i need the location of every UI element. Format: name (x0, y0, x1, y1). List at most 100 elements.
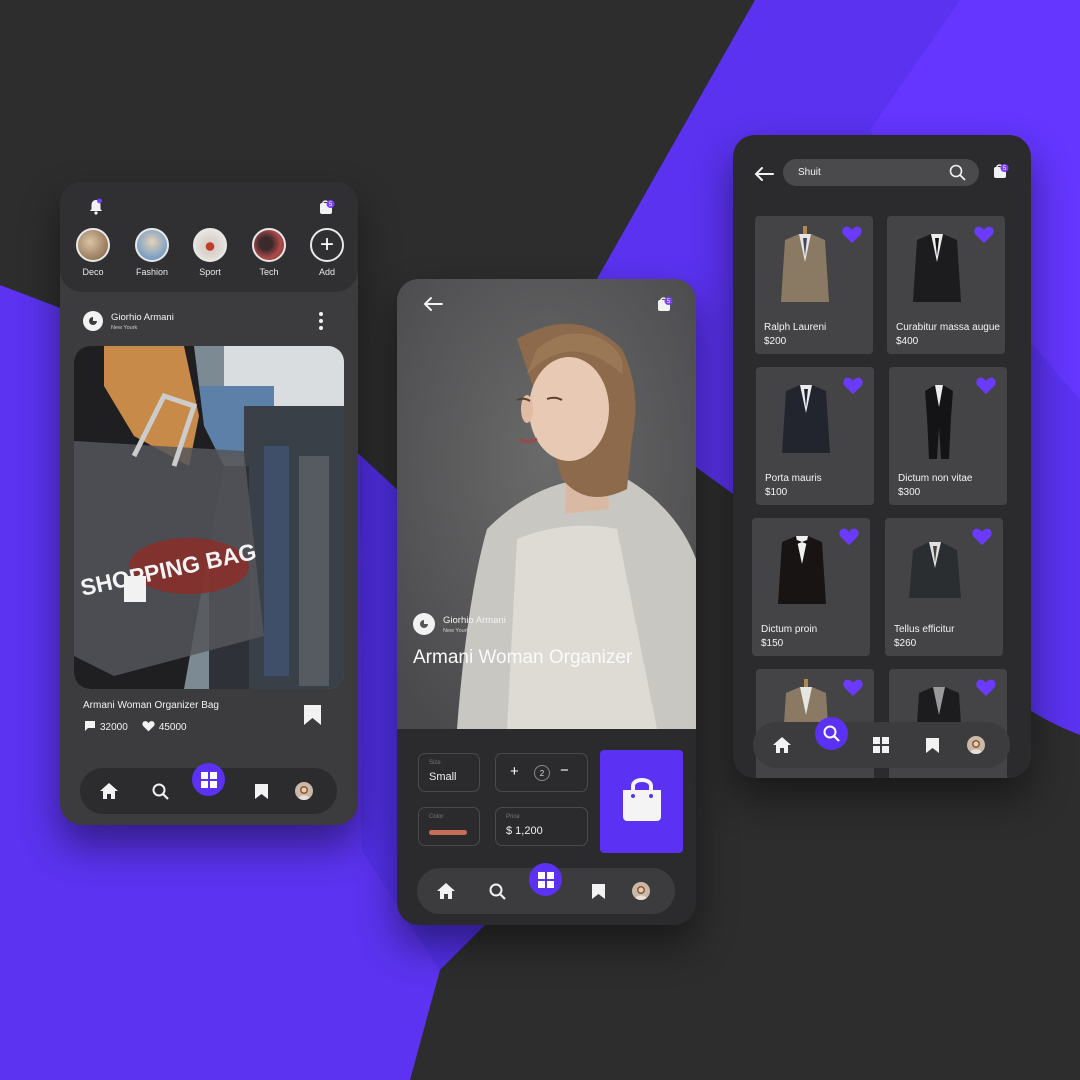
product-price: $300 (898, 487, 921, 498)
suit-image (909, 377, 969, 464)
heart-icon[interactable] (842, 376, 864, 400)
grid-icon[interactable] (871, 722, 891, 768)
story-tech[interactable]: Tech (249, 228, 289, 277)
post-stats: 32000 45000 (84, 720, 201, 735)
product-price: $400 (896, 336, 919, 347)
story-sport[interactable]: Sport (190, 228, 230, 277)
author-name: Giorhio Armani (111, 311, 174, 323)
heart-icon[interactable] (973, 225, 995, 249)
product-name: Dictum proin (761, 624, 818, 635)
minus-button[interactable]: − (560, 762, 569, 779)
grid-icon[interactable] (529, 863, 562, 896)
shopping-bag-icon[interactable]: 5 (992, 162, 1010, 185)
suit-image (776, 377, 836, 464)
bell-icon[interactable] (88, 198, 104, 221)
suit-image (905, 528, 965, 615)
size-value: Small (429, 771, 457, 783)
home-icon[interactable] (435, 868, 457, 914)
product-card[interactable]: Tellus efficitur $260 (885, 518, 1003, 656)
bookmark-icon[interactable] (252, 768, 270, 814)
story-label: Tech (259, 267, 279, 277)
bottom-nav (417, 863, 675, 914)
heart-icon[interactable] (975, 376, 997, 400)
like-count: 45000 (158, 722, 187, 733)
plus-button[interactable]: + (510, 763, 519, 780)
color-label: Color (429, 814, 444, 820)
search-icon[interactable] (815, 717, 848, 750)
home-icon[interactable] (98, 768, 120, 814)
author-location: New Yourk (111, 324, 138, 331)
price-value: $ 1,200 (506, 825, 543, 837)
product-name: Dictum non vitae (898, 473, 973, 484)
shopping-bag-icon (620, 776, 664, 827)
quantity-value: 2 (534, 765, 550, 781)
product-card[interactable]: Dictum proin $150 (752, 518, 870, 656)
size-selector[interactable]: Size Small (418, 753, 480, 792)
author-name: Giorhio Armani (443, 614, 506, 626)
search-icon[interactable] (150, 768, 170, 814)
story-add[interactable]: + Add (307, 228, 347, 277)
profile-avatar[interactable] (630, 868, 652, 914)
price-field: Price $ 1,200 (495, 807, 588, 846)
stories-header: 5 Deco Fashion Sport Tech + Add (60, 182, 358, 292)
color-selector[interactable]: Color (418, 807, 480, 846)
back-arrow-icon[interactable] (423, 296, 443, 317)
bottom-nav (80, 763, 337, 814)
bookmark-icon[interactable] (589, 868, 607, 914)
quantity-stepper: + 2 − (495, 753, 588, 792)
profile-avatar[interactable] (293, 768, 315, 814)
feed-screen: 5 Deco Fashion Sport Tech + Add Giorhio … (60, 182, 358, 825)
home-icon[interactable] (771, 722, 793, 768)
author-location: New Yourk (443, 627, 470, 634)
product-name: Porta mauris (765, 473, 822, 484)
search-icon[interactable] (487, 868, 507, 914)
search-results-screen: 5 Ralph Laureni $200 Curabitur massa aug… (733, 135, 1031, 778)
heart-icon[interactable] (841, 225, 863, 249)
story-label: Add (318, 267, 335, 277)
shopping-bag-icon[interactable]: 5 (656, 295, 674, 318)
product-price: $260 (894, 638, 917, 649)
product-name: Curabitur massa augue (896, 322, 1000, 333)
heart-icon[interactable] (971, 527, 993, 551)
price-label: Price (506, 814, 520, 820)
search-icon[interactable] (949, 164, 966, 186)
suit-image (907, 226, 967, 313)
story-label: Fashion (135, 267, 169, 277)
comment-icon[interactable] (84, 720, 96, 735)
brand-logo-icon (413, 613, 435, 635)
post-caption: Armani Woman Organizer Bag (83, 700, 219, 711)
comment-count: 32000 (100, 722, 128, 733)
suit-image (775, 226, 835, 313)
post-photo[interactable]: SHOPPING BAG (74, 346, 344, 689)
story-label: Deco (82, 267, 104, 277)
product-name: Tellus efficitur (894, 624, 955, 635)
profile-avatar[interactable] (965, 722, 987, 768)
more-vertical-icon[interactable] (318, 312, 324, 335)
product-detail-screen: 5 Giorhio Armani New Yourk Armani Woman … (397, 279, 696, 925)
suit-image (772, 528, 832, 615)
shopping-bag-icon[interactable]: 5 (318, 198, 336, 221)
product-price: $150 (761, 638, 784, 649)
heart-icon[interactable] (142, 720, 155, 735)
bottom-nav (753, 717, 1010, 768)
product-author[interactable]: Giorhio Armani New Yourk (413, 613, 506, 635)
heart-icon[interactable] (975, 678, 997, 702)
search-input[interactable] (798, 159, 948, 186)
bookmark-icon[interactable] (304, 705, 321, 730)
grid-icon[interactable] (192, 763, 225, 796)
plus-icon[interactable]: + (310, 228, 344, 262)
story-fashion[interactable]: Fashion (132, 228, 172, 277)
post-author[interactable]: Giorhio Armani New Yourk (83, 311, 174, 331)
story-deco[interactable]: Deco (73, 228, 113, 277)
size-label: Size (429, 760, 441, 766)
back-arrow-icon[interactable] (754, 166, 774, 187)
product-card[interactable]: Dictum non vitae $300 (889, 367, 1007, 505)
product-title: Armani Woman Organizer (413, 647, 633, 668)
product-card[interactable]: Ralph Laureni $200 (755, 216, 873, 354)
heart-icon[interactable] (838, 527, 860, 551)
bookmark-icon[interactable] (923, 722, 941, 768)
product-card[interactable]: Curabitur massa augue $400 (887, 216, 1005, 354)
add-to-cart-button[interactable] (600, 750, 683, 853)
product-card[interactable]: Porta mauris $100 (756, 367, 874, 505)
heart-icon[interactable] (842, 678, 864, 702)
